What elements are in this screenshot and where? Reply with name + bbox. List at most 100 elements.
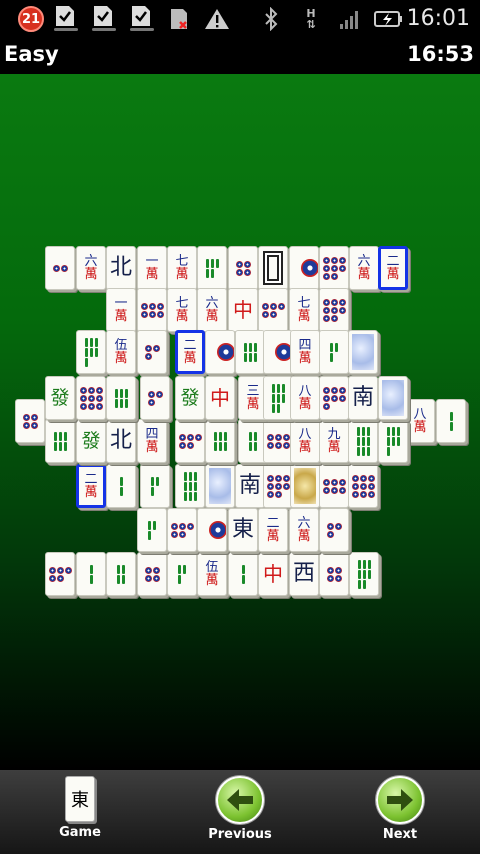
character-tile[interactable]: 七萬 bbox=[167, 246, 197, 290]
character-tile[interactable]: 二萬 bbox=[378, 246, 408, 290]
character-tile[interactable]: 二萬 bbox=[175, 330, 205, 374]
wind-tile[interactable]: 北 bbox=[106, 419, 136, 463]
circle-tile[interactable] bbox=[228, 246, 258, 290]
character-tile[interactable]: 伍萬 bbox=[106, 330, 136, 374]
green-dragon-tile[interactable]: 發 bbox=[175, 376, 205, 420]
bamboo-tile[interactable] bbox=[106, 464, 136, 508]
circle-tile[interactable] bbox=[319, 508, 349, 552]
next-button[interactable]: Next bbox=[355, 776, 445, 850]
wind-tile[interactable]: 西 bbox=[289, 552, 319, 596]
circle-tile[interactable] bbox=[197, 508, 227, 552]
bamboo-tile[interactable] bbox=[348, 419, 378, 463]
circle-pip bbox=[322, 478, 330, 486]
circle-tile[interactable] bbox=[319, 464, 349, 508]
bamboo-tile[interactable] bbox=[319, 330, 349, 374]
wind-tile[interactable]: 南 bbox=[348, 376, 378, 420]
bamboo-tile[interactable] bbox=[205, 419, 235, 463]
character-tile[interactable]: 一萬 bbox=[106, 288, 136, 332]
flower-tile[interactable] bbox=[290, 464, 320, 508]
bamboo-tile[interactable] bbox=[197, 246, 227, 290]
character-tile[interactable]: 二萬 bbox=[258, 508, 288, 552]
circle-tile[interactable] bbox=[15, 399, 45, 443]
circle-tile[interactable] bbox=[137, 552, 167, 596]
circle-tile[interactable] bbox=[258, 288, 288, 332]
character-tile[interactable]: 四萬 bbox=[290, 330, 320, 374]
bamboo-tile[interactable] bbox=[137, 508, 167, 552]
character-tile[interactable]: 二萬 bbox=[76, 464, 106, 508]
bamboo-tile[interactable] bbox=[378, 419, 408, 463]
circle-tile[interactable] bbox=[175, 419, 205, 463]
bamboo-tile[interactable] bbox=[76, 330, 106, 374]
circle-tile[interactable] bbox=[289, 246, 319, 290]
character-tile[interactable]: 六萬 bbox=[289, 508, 319, 552]
character-tile[interactable]: 九萬 bbox=[319, 419, 349, 463]
game-menu-button[interactable]: 東 Game bbox=[35, 776, 125, 850]
bamboo-tile[interactable] bbox=[349, 552, 379, 596]
wind-tile[interactable]: 北 bbox=[106, 246, 136, 290]
task-done-icon[interactable] bbox=[52, 4, 78, 32]
character-tile[interactable]: 伍萬 bbox=[197, 552, 227, 596]
character-tile[interactable]: 八萬 bbox=[290, 419, 320, 463]
bamboo-tile[interactable] bbox=[167, 552, 197, 596]
circle-pip bbox=[359, 474, 367, 482]
circle-tile[interactable] bbox=[167, 508, 197, 552]
wind-tile[interactable]: 東 bbox=[228, 508, 258, 552]
circle-tile[interactable] bbox=[348, 464, 378, 508]
task-done-icon[interactable] bbox=[128, 4, 154, 32]
bamboo-tile[interactable] bbox=[106, 552, 136, 596]
previous-button[interactable]: Previous bbox=[195, 776, 285, 850]
circle-pip bbox=[322, 256, 330, 264]
circle-tile[interactable] bbox=[45, 246, 75, 290]
circle-tile[interactable] bbox=[319, 552, 349, 596]
circle-tile[interactable] bbox=[319, 246, 349, 290]
bamboo-tile[interactable] bbox=[45, 419, 75, 463]
bamboo-tile[interactable] bbox=[235, 330, 265, 374]
wind-tile[interactable]: 南 bbox=[235, 464, 265, 508]
circle-tile[interactable] bbox=[45, 552, 75, 596]
flower-tile[interactable] bbox=[378, 376, 408, 420]
circle-tile[interactable] bbox=[140, 376, 170, 420]
circle-pip bbox=[144, 566, 152, 574]
bamboo-sticks bbox=[249, 431, 257, 451]
character-tile[interactable]: 一萬 bbox=[137, 246, 167, 290]
bamboo-tile[interactable] bbox=[436, 399, 466, 443]
green-dragon-tile[interactable]: 發 bbox=[76, 419, 106, 463]
flower-tile[interactable] bbox=[348, 330, 378, 374]
circle-tile[interactable] bbox=[263, 464, 293, 508]
bamboo-stick bbox=[391, 436, 395, 446]
circle-tile[interactable] bbox=[263, 330, 293, 374]
circle-tile[interactable] bbox=[137, 288, 167, 332]
bamboo-tile[interactable] bbox=[140, 464, 170, 508]
character-tile[interactable]: 四萬 bbox=[137, 419, 167, 463]
circle-pips bbox=[170, 522, 194, 538]
green-dragon-tile[interactable]: 發 bbox=[45, 376, 75, 420]
circle-tile[interactable] bbox=[205, 330, 235, 374]
bamboo-tile[interactable] bbox=[175, 464, 205, 508]
task-done-icon[interactable] bbox=[90, 4, 116, 32]
character-tile[interactable]: 八萬 bbox=[290, 376, 320, 420]
bamboo-stick bbox=[122, 574, 125, 584]
white-dragon-tile[interactable] bbox=[258, 246, 288, 290]
circle-tile[interactable] bbox=[263, 419, 293, 463]
wind-glyph: 北 bbox=[109, 255, 132, 280]
red-dragon-tile[interactable]: 中 bbox=[228, 288, 258, 332]
character-tile[interactable]: 七萬 bbox=[289, 288, 319, 332]
notification-badge-icon[interactable]: 21 bbox=[18, 6, 44, 32]
character-tile[interactable]: 七萬 bbox=[167, 288, 197, 332]
red-dragon-tile[interactable]: 中 bbox=[205, 376, 235, 420]
bamboo-tile[interactable] bbox=[263, 376, 293, 420]
flower-tile[interactable] bbox=[205, 464, 235, 508]
character-tile[interactable]: 六萬 bbox=[197, 288, 227, 332]
character-tile[interactable]: 八萬 bbox=[405, 399, 435, 443]
bamboo-tile[interactable] bbox=[228, 552, 258, 596]
circle-tile[interactable] bbox=[76, 376, 106, 420]
red-dragon-tile[interactable]: 中 bbox=[258, 552, 288, 596]
bamboo-tile[interactable] bbox=[106, 376, 136, 420]
character-tile[interactable]: 六萬 bbox=[349, 246, 379, 290]
circle-tile[interactable] bbox=[319, 288, 349, 332]
character-tile[interactable]: 六萬 bbox=[76, 246, 106, 290]
bamboo-tile[interactable] bbox=[76, 552, 106, 596]
circle-tile[interactable] bbox=[137, 330, 167, 374]
circle-tile[interactable] bbox=[319, 376, 349, 420]
circle-pip bbox=[274, 474, 282, 482]
